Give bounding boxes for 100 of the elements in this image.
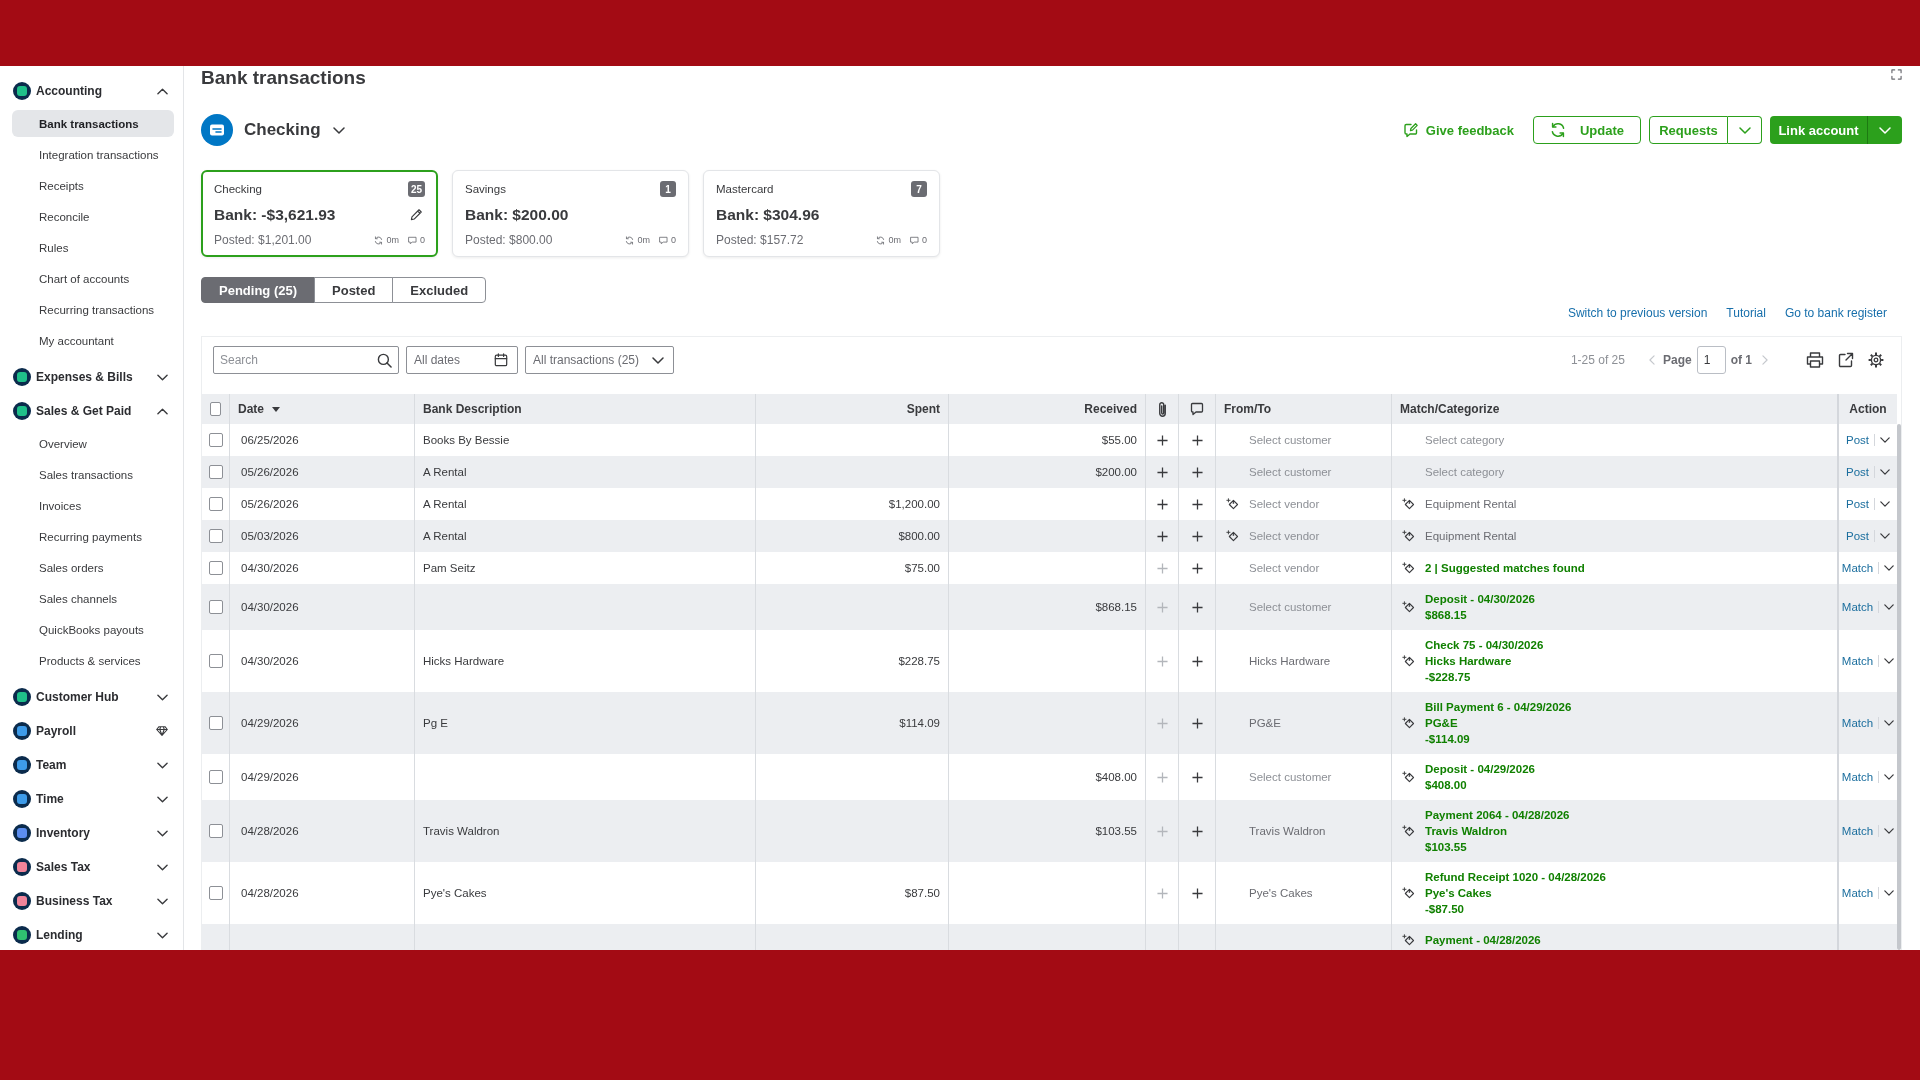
nav-subitem[interactable]: Recurring transactions [12, 296, 174, 323]
column-header[interactable]: Bank Description [423, 402, 522, 416]
plus-icon[interactable] [1156, 498, 1168, 510]
column-header[interactable]: Date [238, 402, 264, 416]
nav-subitem[interactable]: Bank transactions [12, 110, 174, 137]
plus-icon[interactable] [1191, 771, 1203, 783]
nav-subitem[interactable]: Receipts [12, 172, 174, 199]
action-link[interactable]: Match [1841, 887, 1874, 899]
account-card[interactable]: Checking 25 Bank: -$3,621.93 Posted: $1,201.00 0m 0 [201, 170, 438, 257]
column-header[interactable]: From/To [1224, 402, 1272, 416]
nav-subitem[interactable]: QuickBooks payouts [12, 616, 174, 643]
chevron-down-icon[interactable] [1884, 658, 1895, 664]
nav-item[interactable]: Payroll [0, 714, 183, 748]
category-field[interactable]: Equipment Rental [1425, 496, 1829, 512]
nav-subitem[interactable]: Reconcile [12, 203, 174, 230]
nav-subitem[interactable]: Products & services [12, 647, 174, 674]
action-link[interactable]: Match [1841, 771, 1874, 783]
nav-item[interactable]: Accounting [0, 74, 183, 108]
nav-subitem[interactable]: Sales orders [12, 554, 174, 581]
action-link[interactable]: Match [1841, 601, 1874, 613]
account-card[interactable]: Mastercard 7 Bank: $304.96 Posted: $157.72 0m 0 [703, 170, 940, 257]
nav-subitem[interactable]: Invoices [12, 492, 174, 519]
action-link[interactable]: Post [1846, 466, 1869, 478]
plus-icon[interactable] [1191, 601, 1203, 613]
payee-field[interactable]: Select vendor [1249, 496, 1383, 512]
checkbox[interactable] [208, 433, 223, 447]
plus-icon[interactable] [1156, 434, 1168, 446]
pencil-icon[interactable] [410, 208, 423, 222]
column-header[interactable]: Received [1084, 402, 1137, 416]
export-icon[interactable] [1838, 352, 1854, 368]
checkbox[interactable] [208, 600, 223, 614]
print-icon[interactable] [1806, 352, 1824, 368]
transaction-filter-dropdown[interactable]: All transactions (25) [525, 346, 674, 374]
checkbox[interactable] [208, 770, 223, 784]
sort-down-icon[interactable] [272, 406, 280, 412]
checkbox[interactable] [208, 824, 223, 838]
payee-field[interactable]: Travis Waldron [1249, 823, 1383, 839]
nav-item[interactable]: Business Tax [0, 884, 183, 918]
action-link[interactable]: Post [1846, 434, 1869, 446]
chevron-down-icon[interactable] [1884, 890, 1895, 896]
nav-item[interactable]: Sales & Get Paid [0, 394, 183, 428]
category-field[interactable]: Equipment Rental [1425, 528, 1829, 544]
category-field[interactable]: Select category [1425, 464, 1829, 480]
nav-subitem[interactable]: My accountant [12, 327, 174, 354]
nav-item[interactable]: Inventory [0, 816, 183, 850]
nav-item[interactable]: Customer Hub [0, 680, 183, 714]
scrollbar-thumb[interactable] [1897, 424, 1901, 950]
plus-icon[interactable] [1191, 498, 1203, 510]
nav-item[interactable]: Expenses & Bills [0, 360, 183, 394]
chevron-down-icon[interactable] [1880, 533, 1890, 539]
dropdown-button[interactable] [1728, 116, 1762, 144]
plus-icon[interactable] [1191, 655, 1203, 667]
column-header[interactable]: Action [1849, 402, 1887, 416]
chevron-down-icon[interactable] [1880, 469, 1890, 475]
tab[interactable]: Posted [314, 277, 394, 303]
search-field[interactable]: Search [213, 346, 399, 374]
action-link[interactable]: Match [1841, 825, 1874, 837]
checkbox[interactable] [208, 497, 223, 511]
checkbox[interactable] [208, 886, 223, 900]
nav-subitem[interactable]: Sales transactions [12, 461, 174, 488]
nav-subitem[interactable]: Recurring payments [12, 523, 174, 550]
account-card[interactable]: Savings 1 Bank: $200.00 Posted: $800.00 0m 0 [452, 170, 689, 257]
category-field[interactable]: Select category [1425, 432, 1829, 448]
plus-icon[interactable] [1156, 466, 1168, 478]
link[interactable]: Go to bank register [1784, 306, 1887, 320]
nav-subitem[interactable]: Chart of accounts [12, 265, 174, 292]
plus-icon[interactable] [1191, 717, 1203, 729]
plus-icon[interactable] [1191, 530, 1203, 542]
chevron-down-icon[interactable] [1884, 774, 1895, 780]
nav-item[interactable]: Time [0, 782, 183, 816]
nav-subitem[interactable]: Rules [12, 234, 174, 261]
payee-field[interactable]: Select customer [1249, 432, 1383, 448]
chevron-down-icon[interactable] [1880, 437, 1890, 443]
plus-icon[interactable] [1191, 562, 1203, 574]
link[interactable]: Tutorial [1726, 306, 1766, 320]
chevron-down-icon[interactable] [1880, 501, 1890, 507]
action-link[interactable]: Match [1841, 655, 1874, 667]
checkbox[interactable] [208, 561, 223, 575]
account-dropdown[interactable]: Checking [244, 120, 345, 140]
payee-field[interactable]: Hicks Hardware [1249, 653, 1383, 669]
nav-subitem[interactable]: Integration transactions [12, 141, 174, 168]
action-link[interactable]: Post [1846, 498, 1869, 510]
checkbox[interactable] [208, 529, 223, 543]
dropdown-button[interactable] [1867, 116, 1902, 144]
chevron-down-icon[interactable] [1884, 720, 1895, 726]
checkbox[interactable] [208, 654, 223, 668]
nav-item[interactable]: Sales Tax [0, 850, 183, 884]
checkbox[interactable] [208, 716, 223, 730]
link[interactable]: Switch to previous version [1567, 306, 1708, 320]
nav-subitem[interactable]: Overview [12, 430, 174, 457]
expand-icon[interactable] [1891, 69, 1902, 80]
action-link[interactable]: Post [1846, 530, 1869, 542]
chevron-down-icon[interactable] [1884, 604, 1895, 610]
plus-icon[interactable] [1191, 887, 1203, 899]
column-header[interactable]: Match/Categorize [1400, 402, 1500, 416]
payee-field[interactable]: PG&E [1249, 715, 1383, 731]
plus-icon[interactable] [1156, 530, 1168, 542]
payee-field[interactable]: Pye's Cakes [1249, 885, 1383, 901]
page-number-field[interactable]: 1 [1696, 346, 1726, 374]
nav-item[interactable]: Team [0, 748, 183, 782]
